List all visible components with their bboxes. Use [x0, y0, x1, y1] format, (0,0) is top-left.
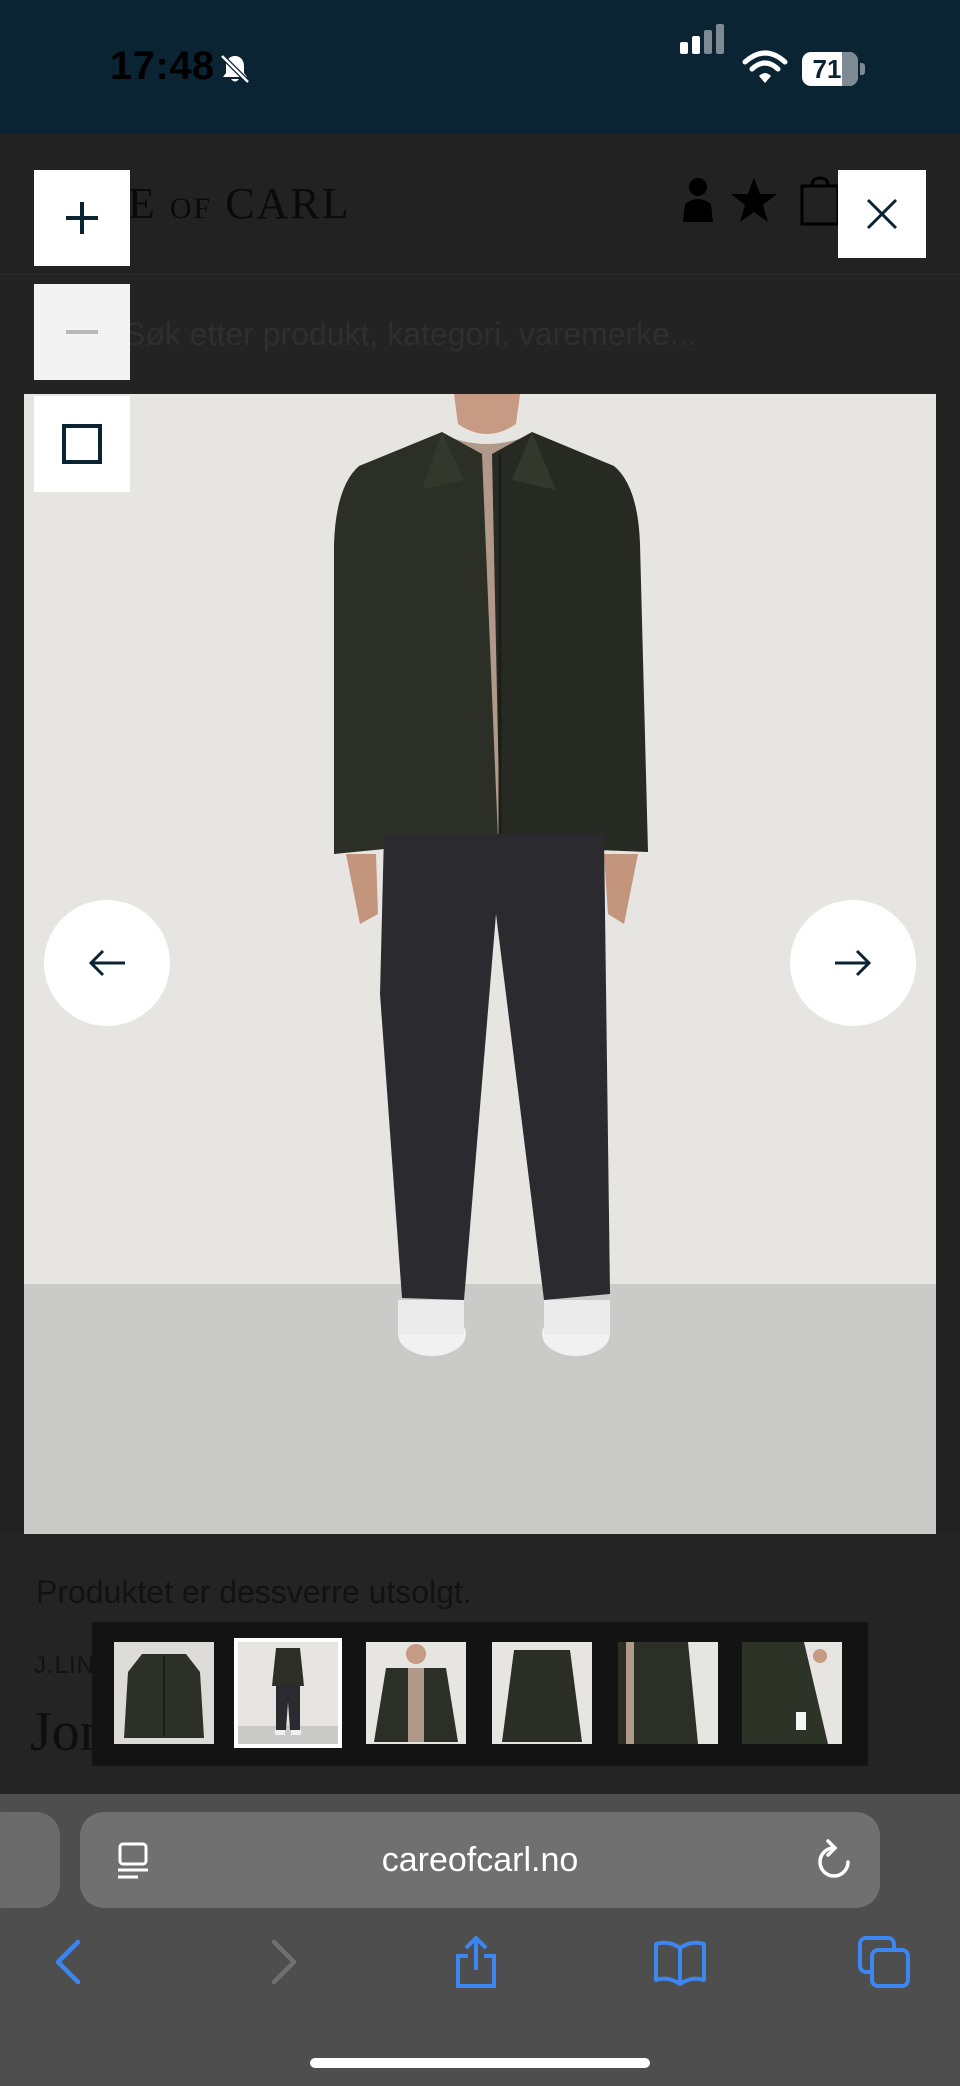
thumbnail-image: [492, 1642, 592, 1744]
battery-level: 71: [812, 54, 842, 84]
bookmarks-button[interactable]: [654, 1936, 706, 1988]
close-button[interactable]: [838, 170, 926, 258]
thumbnail-active[interactable]: [234, 1638, 342, 1748]
site-logo: E OF CARL: [128, 178, 351, 229]
logo-prefix: E: [128, 179, 157, 228]
fullscreen-button[interactable]: [34, 396, 130, 492]
zoom-out-button[interactable]: [34, 284, 130, 380]
share-button[interactable]: [450, 1936, 502, 1988]
search-placeholder: Søk etter produkt, kategori, varemerke..…: [124, 316, 697, 352]
thumbnail[interactable]: [114, 1642, 214, 1744]
previous-tab-peek[interactable]: [0, 1812, 60, 1908]
thumbnail-image: [618, 1642, 718, 1744]
arrow-right-icon: [835, 949, 872, 977]
status-time: 17:48: [110, 44, 215, 88]
close-icon: [866, 198, 898, 230]
wifi-icon: [742, 50, 788, 83]
reload-icon[interactable]: [814, 1838, 854, 1882]
next-image-button[interactable]: [790, 900, 916, 1026]
home-indicator: [310, 2058, 650, 2068]
square-icon: [62, 424, 102, 464]
star-icon[interactable]: [730, 176, 778, 224]
thumbnail[interactable]: [618, 1642, 718, 1744]
forward-button[interactable]: [256, 1936, 308, 1988]
soldout-notice: Produktet er dessverre utsolgt.: [36, 1574, 472, 1610]
thumbnail[interactable]: [742, 1642, 842, 1744]
back-button[interactable]: [44, 1936, 96, 1988]
bag-icon[interactable]: [800, 176, 840, 226]
previous-image-button[interactable]: [44, 900, 170, 1026]
user-icon[interactable]: [680, 176, 716, 224]
thumbnail[interactable]: [492, 1642, 592, 1744]
thumbnail-image: [742, 1642, 842, 1744]
url-text[interactable]: careofcarl.no: [80, 1812, 880, 1908]
thumbnail-strip: [92, 1622, 868, 1766]
zoom-in-button[interactable]: [34, 170, 130, 266]
thumbnail[interactable]: [366, 1642, 466, 1744]
minus-icon: [66, 330, 98, 334]
bell-muted-icon: [220, 54, 250, 84]
battery-icon: 71: [802, 52, 866, 86]
thumbnail-image: [114, 1642, 214, 1744]
plus-icon: [66, 202, 98, 234]
logo-main: CARL: [225, 179, 351, 228]
arrow-left-icon: [88, 949, 125, 977]
thumbnail-image: [238, 1642, 338, 1744]
logo-of: OF: [169, 192, 213, 225]
tabs-button[interactable]: [858, 1936, 910, 1988]
thumbnail-image: [366, 1642, 466, 1744]
